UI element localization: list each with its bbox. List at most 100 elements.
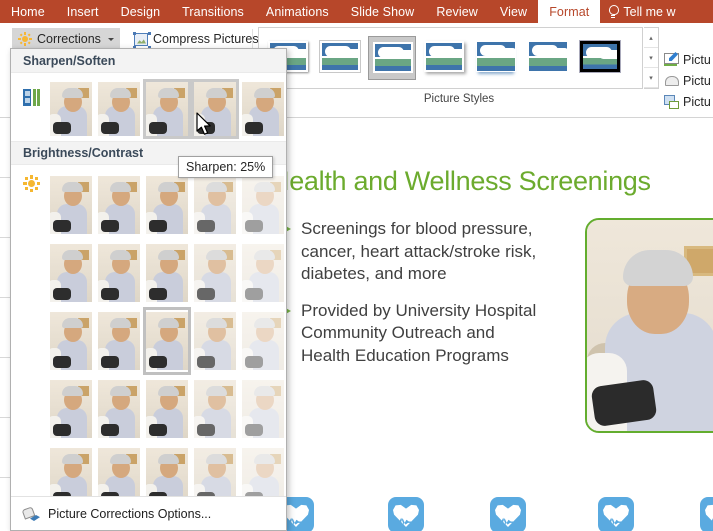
heart-pulse-icon: [598, 497, 634, 531]
tab-animations[interactable]: Animations: [255, 0, 340, 23]
preview-thumbnail: [146, 244, 188, 302]
preview-thumbnail: [242, 244, 284, 302]
slide-title[interactable]: Health and Wellness Screenings: [270, 166, 700, 197]
preview-thumbnail: [50, 312, 92, 370]
bc-cell-r3c5[interactable]: [239, 307, 287, 375]
compress-pictures-icon: [133, 31, 151, 49]
picture-style-thick-black-frame[interactable]: [576, 36, 624, 80]
picture-styles-group: ▴ ▾ ▾ Picture Styles: [252, 25, 659, 117]
bc-cell-r3c1[interactable]: [47, 307, 95, 375]
preview-thumbnail: [50, 176, 92, 234]
tab-transitions[interactable]: Transitions: [171, 0, 255, 23]
heart-pulse-icon: [388, 497, 424, 531]
preview-thumbnail: [146, 176, 188, 234]
preview-thumbnail: [50, 380, 92, 438]
picture-border-button[interactable]: Pictu: [664, 49, 713, 70]
picture-styles-gallery[interactable]: [258, 27, 643, 89]
tell-me-box[interactable]: Tell me w: [600, 0, 683, 23]
brightness-contrast-grid[interactable]: [47, 171, 287, 511]
bc-cell-r4c2[interactable]: [95, 375, 143, 443]
tab-home[interactable]: Home: [0, 0, 56, 23]
sharpen-soften-thumbnails[interactable]: [47, 79, 287, 139]
bc-cell-r4c1[interactable]: [47, 375, 95, 443]
bc-cell-r3c4[interactable]: [191, 307, 239, 375]
chevron-down-icon: [107, 37, 114, 41]
tab-format[interactable]: Format: [538, 0, 601, 23]
preview-thumbnail: [242, 176, 284, 234]
bc-cell-r4c4[interactable]: [191, 375, 239, 443]
bc-cell-r4c3[interactable]: [143, 375, 191, 443]
tab-insert[interactable]: Insert: [56, 0, 110, 23]
powerpoint-window: Home Insert Design Transitions Animation…: [0, 0, 713, 531]
gallery-more-button[interactable]: ▾: [644, 68, 658, 88]
bc-cell-r1c1[interactable]: [47, 171, 95, 239]
ribbon-tab-strip: Home Insert Design Transitions Animation…: [0, 0, 713, 23]
slide-picture[interactable]: [585, 218, 713, 433]
tab-review[interactable]: Review: [425, 0, 489, 23]
sharpen-option-sharpen-0[interactable]: [143, 79, 191, 139]
picture-style-reflected-rounded-rectangle[interactable]: [472, 36, 520, 80]
preview-thumbnail: [146, 380, 188, 438]
gallery-scroll-down-button[interactable]: ▾: [644, 48, 658, 68]
picture-style-drop-shadow-rectangle[interactable]: [420, 36, 468, 80]
bc-cell-r2c2[interactable]: [95, 239, 143, 307]
brightness-sun-icon: [18, 32, 32, 46]
gallery-scrollbar[interactable]: ▴ ▾ ▾: [644, 27, 659, 89]
preview-thumbnail: [194, 176, 236, 234]
slide-body-placeholder[interactable]: Screenings for blood pressure, cancer, h…: [282, 218, 542, 381]
picture-corrections-options-item[interactable]: Picture Corrections Options...: [11, 496, 286, 530]
preview-thumbnail: [242, 312, 284, 370]
preview-thumbnail: [242, 380, 284, 438]
corrections-dropdown[interactable]: Sharpen/Soften Brightness/Contrast Pictu…: [10, 48, 287, 531]
corrections-button[interactable]: Corrections: [12, 28, 120, 50]
bc-cell-r4c5[interactable]: [239, 375, 287, 443]
tooltip: Sharpen: 25%: [178, 156, 274, 178]
bc-cell-r3c2[interactable]: [95, 307, 143, 375]
preview-thumbnail: [194, 244, 236, 302]
gallery-scroll-up-button[interactable]: ▴: [644, 28, 658, 48]
picture-corrections-options-label: Picture Corrections Options...: [48, 506, 212, 521]
picture-layout-button[interactable]: Pictu: [664, 91, 713, 112]
bc-cell-r1c4[interactable]: [191, 171, 239, 239]
picture-corrections-options-icon: [23, 506, 40, 521]
bc-cell-r2c3[interactable]: [143, 239, 191, 307]
bc-cell-r2c1[interactable]: [47, 239, 95, 307]
sharpen-soften-section: [11, 73, 286, 141]
heart-pulse-icon: [700, 497, 713, 531]
preview-thumbnail: [194, 380, 236, 438]
picture-styles-group-label: Picture Styles: [423, 93, 495, 105]
bc-cell-r3c3-selected[interactable]: [143, 307, 191, 375]
preview-thumbnail: [50, 82, 92, 136]
bullet-text: Provided by University Hospital Communit…: [301, 300, 537, 365]
sharpen-option-soften-25[interactable]: [95, 79, 143, 139]
tab-view[interactable]: View: [489, 0, 538, 23]
bullet-item: Screenings for blood pressure, cancer, h…: [282, 218, 542, 286]
sharpen-soften-header: Sharpen/Soften: [11, 49, 286, 73]
tell-me-label: Tell me w: [623, 4, 676, 19]
picture-effects-button[interactable]: Pictu: [664, 70, 713, 91]
picture-border-icon: [664, 52, 679, 66]
tab-design[interactable]: Design: [110, 0, 172, 23]
tab-slide-show[interactable]: Slide Show: [340, 0, 426, 23]
preview-thumbnail: [194, 312, 236, 370]
bc-cell-r1c3[interactable]: [143, 171, 191, 239]
bullet-item: Provided by University Hospital Communit…: [282, 300, 542, 368]
sharpen-option-sharpen-50[interactable]: [239, 79, 287, 139]
preview-thumbnail: [98, 312, 140, 370]
bc-cell-r2c4[interactable]: [191, 239, 239, 307]
preview-thumbnail: [98, 176, 140, 234]
picture-layout-label: Pictu: [683, 94, 711, 109]
preview-thumbnail: [242, 82, 284, 136]
lightbulb-icon: [608, 5, 620, 18]
bc-cell-r2c5[interactable]: [239, 239, 287, 307]
picture-format-buttons: Pictu Pictu Pictu: [664, 49, 713, 112]
sharpen-option-soften-50[interactable]: [47, 79, 95, 139]
bc-cell-r1c5[interactable]: [239, 171, 287, 239]
picture-style-soft-edge-rectangle[interactable]: [524, 36, 572, 80]
compress-pictures-label: Compress Pictures: [153, 32, 259, 46]
compress-pictures-button[interactable]: Compress Pictures: [128, 28, 265, 50]
preview-thumbnail: [146, 312, 188, 370]
picture-style-metal-frame[interactable]: [368, 36, 416, 80]
picture-style-beveled-matte-white[interactable]: [316, 36, 364, 80]
bc-cell-r1c2[interactable]: [95, 171, 143, 239]
